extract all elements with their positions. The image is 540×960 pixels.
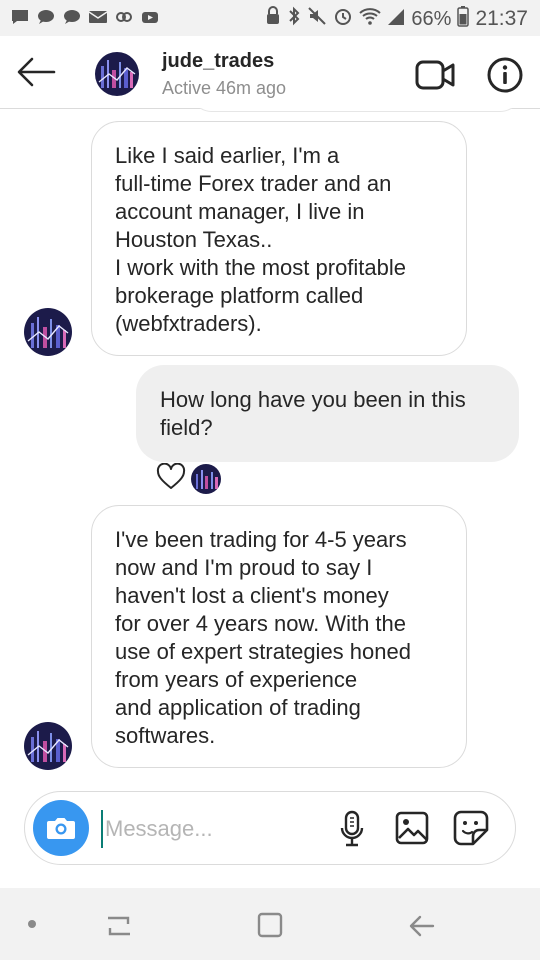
bluetooth-icon <box>287 5 301 33</box>
battery-icon <box>457 5 470 33</box>
avatar[interactable] <box>24 722 72 770</box>
message-input[interactable] <box>101 810 327 848</box>
home-icon <box>257 912 283 938</box>
like-heart-icon[interactable] <box>156 462 186 491</box>
message-thread[interactable]: Like I said earlier, I'm a full-time For… <box>0 108 540 788</box>
system-icons: 66% 21:37 <box>265 5 528 33</box>
back-arrow-icon <box>17 57 56 87</box>
mail-icon <box>88 8 108 26</box>
camera-icon <box>47 818 75 839</box>
sticker-icon <box>453 810 489 846</box>
nav-back-button[interactable] <box>406 912 436 940</box>
nav-dot <box>28 920 36 928</box>
info-button[interactable] <box>486 56 524 94</box>
alarm-lock-icon <box>265 6 281 32</box>
previous-message-bubble <box>190 108 522 112</box>
video-call-button[interactable] <box>414 58 456 92</box>
sticker-button[interactable] <box>453 810 489 846</box>
signal-icon <box>387 6 405 32</box>
chat-bubble-icon <box>36 8 56 26</box>
incoming-message-bubble[interactable]: Like I said earlier, I'm a full-time For… <box>91 121 467 356</box>
youtube-icon <box>140 8 160 26</box>
status-bar: 66% 21:37 <box>0 0 540 36</box>
chat-header: jude_trades Active 46m ago <box>0 36 540 109</box>
info-icon <box>487 57 523 93</box>
nav-back-icon <box>409 915 435 937</box>
video-camera-icon <box>415 60 455 90</box>
recents-icon <box>108 916 130 936</box>
back-button[interactable] <box>14 54 58 90</box>
seen-avatar <box>191 464 221 494</box>
chat-bubble-icon <box>62 8 82 26</box>
active-status: Active 46m ago <box>162 78 287 98</box>
microphone-icon <box>340 810 364 847</box>
image-icon <box>395 811 429 845</box>
camera-button[interactable] <box>33 800 89 856</box>
message-composer <box>24 791 516 865</box>
chat-username[interactable]: jude_trades <box>162 50 274 73</box>
link-icon <box>114 8 134 26</box>
outgoing-message-bubble[interactable]: How long have you been in this field? <box>136 365 519 462</box>
wifi-icon <box>359 6 382 32</box>
mute-icon <box>307 6 327 32</box>
gallery-button[interactable] <box>395 811 429 845</box>
message-icon <box>10 8 30 26</box>
incoming-message-bubble[interactable]: I've been trading for 4-5 years now and … <box>91 505 467 768</box>
clock: 21:37 <box>475 7 528 30</box>
home-button[interactable] <box>256 911 284 939</box>
battery-percent: 66% <box>411 7 452 30</box>
avatar[interactable] <box>24 308 72 356</box>
alarm-icon <box>333 6 353 32</box>
notification-icons <box>10 8 160 26</box>
avatar[interactable] <box>95 52 139 96</box>
recent-apps-button[interactable] <box>104 912 134 940</box>
voice-message-button[interactable] <box>337 810 367 848</box>
